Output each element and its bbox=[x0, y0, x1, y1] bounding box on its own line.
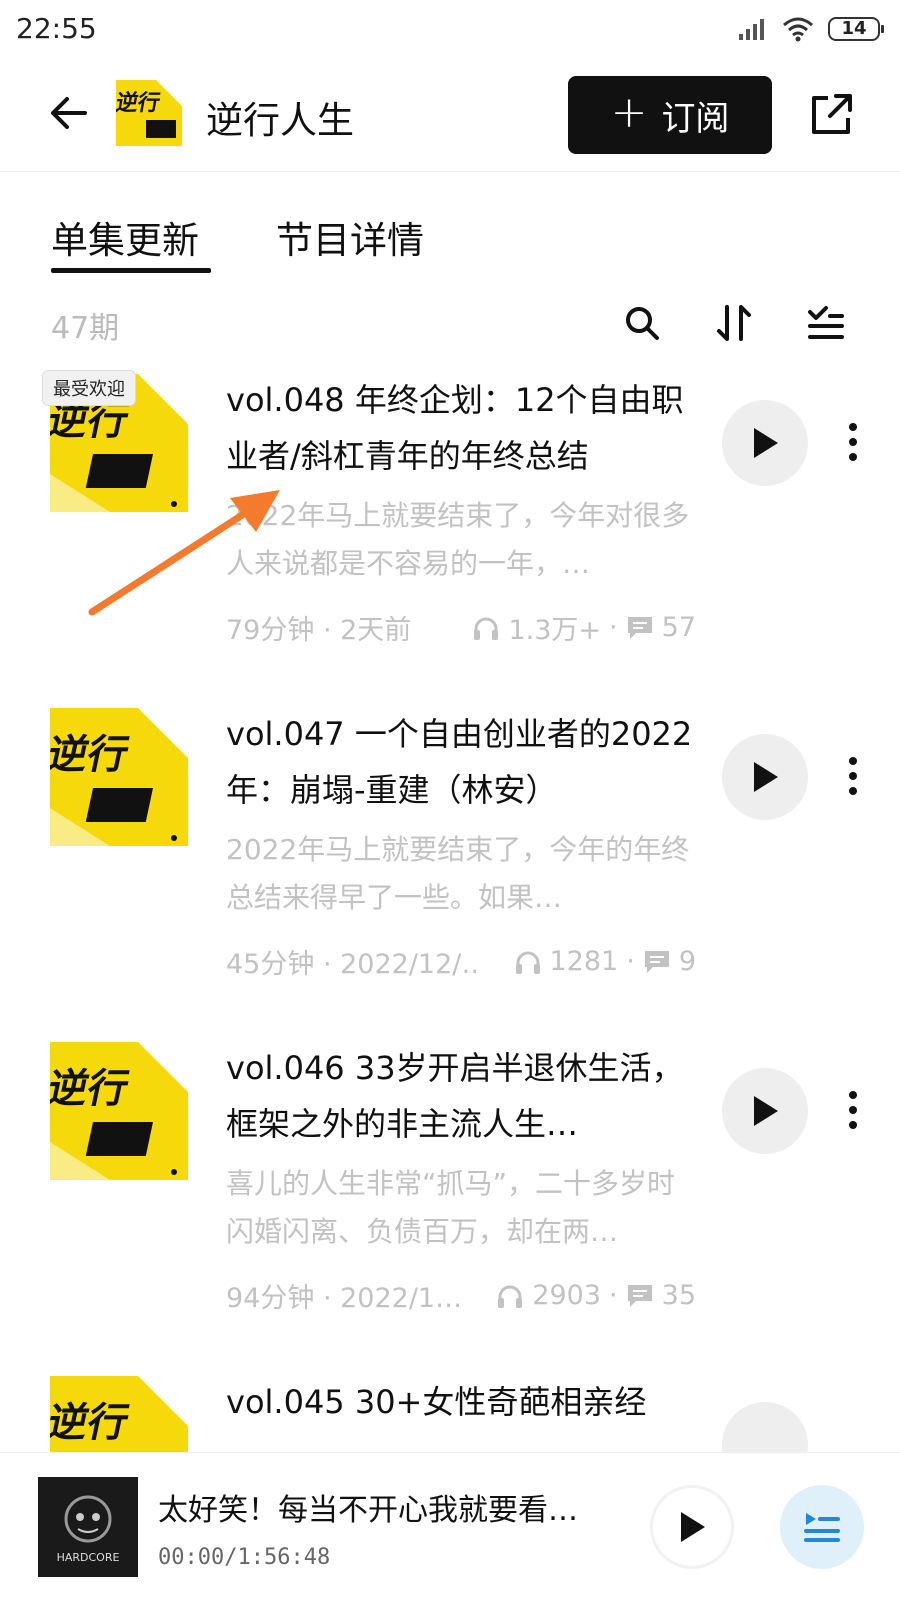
playlist-icon bbox=[804, 1513, 840, 1542]
play-button[interactable] bbox=[722, 1068, 808, 1154]
checklist-icon bbox=[808, 306, 844, 339]
signal-icon bbox=[739, 19, 764, 40]
episode-title: vol.046 33岁开启半退休生活，框架之外的非主流人生… bbox=[226, 1049, 684, 1143]
episode-meta: 45分钟 · 2022/12/… 1281 · 9 bbox=[226, 942, 696, 981]
status-icons: 14 bbox=[738, 16, 884, 42]
headphones-icon bbox=[474, 617, 499, 640]
listen-count: 1281 bbox=[549, 946, 619, 977]
comment-count: 9 bbox=[678, 946, 696, 977]
play-icon bbox=[681, 1512, 705, 1542]
status-time: 22:55 bbox=[16, 12, 97, 45]
play-button[interactable] bbox=[722, 1402, 808, 1452]
now-playing-title: 太好笑！每当不开心我就要看… bbox=[158, 1493, 578, 1528]
episode-cover: 逆行 bbox=[50, 1376, 188, 1452]
meta-separator: · bbox=[626, 946, 635, 977]
play-button[interactable] bbox=[722, 400, 808, 486]
comment-count: 57 bbox=[661, 612, 696, 643]
comment-icon bbox=[627, 616, 652, 639]
share-button[interactable] bbox=[804, 86, 860, 142]
comment-count: 35 bbox=[661, 1280, 696, 1311]
sort-button[interactable] bbox=[710, 299, 758, 347]
episode-description: 2022年马上就要结束了，今年的年终总结来得早了一些。如果… bbox=[226, 833, 690, 914]
episode-toolbar: 47期 bbox=[0, 295, 900, 355]
now-playing-time: 00:00/1:56:48 bbox=[158, 1545, 331, 1570]
more-options-button[interactable] bbox=[838, 1082, 868, 1138]
play-icon bbox=[754, 1096, 778, 1126]
listen-count: 2903 bbox=[532, 1280, 602, 1311]
more-vertical-icon bbox=[849, 423, 857, 461]
episode-title: vol.045 30+女性奇葩相亲经 bbox=[226, 1383, 647, 1421]
episode-duration-date: 94分钟 · 2022/1… bbox=[226, 1283, 463, 1314]
meta-separator: · bbox=[609, 612, 618, 643]
tab-details[interactable]: 节目详情 bbox=[276, 210, 424, 264]
player-play-button[interactable] bbox=[650, 1485, 734, 1569]
wifi-icon bbox=[783, 17, 813, 42]
tab-episodes[interactable]: 单集更新 bbox=[51, 210, 199, 264]
episode-duration-date: 45分钟 · 2022/12/… bbox=[226, 949, 476, 980]
battery-indicator: 14 bbox=[828, 17, 884, 41]
comment-icon bbox=[644, 950, 669, 973]
podcast-title: 逆行人生 bbox=[206, 99, 354, 142]
episode-meta: 94分钟 · 2022/1… 2903 · 35 bbox=[226, 1276, 696, 1315]
player-cover: HARDCORE bbox=[38, 1477, 138, 1577]
headphones-icon bbox=[515, 951, 540, 974]
cover-logo-text: 逆行 bbox=[116, 90, 162, 116]
listen-stats: 1.3万+ · 57 bbox=[472, 608, 696, 647]
batch-select-button[interactable] bbox=[802, 299, 850, 347]
episode-description: 喜儿的人生非常“抓马”，二十多岁时闪婚闪离、负债百万，却在两… bbox=[226, 1167, 676, 1248]
play-button[interactable] bbox=[722, 734, 808, 820]
cover-logo-text: 逆行 bbox=[50, 1398, 133, 1445]
episode-item[interactable]: 逆行 vol.047 一个自由创业者的2022年：崩塌-重建（林安） 2022年… bbox=[0, 708, 900, 1028]
popular-badge: 最受欢迎 bbox=[42, 370, 136, 406]
player-cover-text: HARDCORE bbox=[57, 1551, 120, 1564]
share-icon bbox=[812, 94, 852, 134]
more-vertical-icon bbox=[849, 757, 857, 795]
active-tab-indicator bbox=[51, 268, 211, 273]
episode-cover: 逆行 bbox=[50, 708, 188, 846]
plus-icon: + bbox=[610, 87, 648, 138]
cover-logo-text: 逆行 bbox=[50, 1064, 133, 1111]
arrow-left-icon bbox=[51, 97, 87, 129]
sort-icon bbox=[717, 305, 751, 341]
episode-cover: 逆行 bbox=[50, 1042, 188, 1180]
cover-logo-text: 逆行 bbox=[50, 730, 133, 777]
more-options-button[interactable] bbox=[838, 414, 868, 470]
headphones-icon bbox=[498, 1285, 523, 1308]
episode-title: vol.047 一个自由创业者的2022年：崩塌-重建（林安） bbox=[226, 715, 693, 809]
listen-stats: 2903 · 35 bbox=[496, 1280, 696, 1311]
listen-count: 1.3万+ bbox=[508, 615, 602, 646]
header: 逆行 逆行人生 + 订阅 bbox=[0, 64, 900, 172]
status-bar: 22:55 14 bbox=[0, 0, 900, 64]
search-icon bbox=[626, 307, 659, 340]
playlist-button[interactable] bbox=[780, 1485, 864, 1569]
subscribe-button[interactable]: + 订阅 bbox=[568, 76, 772, 154]
play-icon bbox=[754, 762, 778, 792]
listen-stats: 1281 · 9 bbox=[514, 946, 696, 977]
tab-bar: 单集更新 节目详情 bbox=[0, 200, 900, 280]
search-button[interactable] bbox=[618, 299, 666, 347]
episode-count: 47期 bbox=[51, 311, 120, 346]
more-vertical-icon bbox=[849, 1091, 857, 1129]
more-options-button[interactable] bbox=[838, 748, 868, 804]
podcast-cover: 逆行 bbox=[114, 80, 182, 146]
mini-player[interactable]: HARDCORE 太好笑！每当不开心我就要看… 00:00/1:56:48 bbox=[0, 1452, 900, 1600]
episode-item[interactable]: 逆行 vol.046 33岁开启半退休生活，框架之外的非主流人生… 喜儿的人生非… bbox=[0, 1042, 900, 1362]
subscribe-label: 订阅 bbox=[661, 98, 730, 139]
back-button[interactable] bbox=[44, 88, 94, 138]
comment-icon bbox=[627, 1284, 652, 1307]
meta-separator: · bbox=[609, 1280, 618, 1311]
episode-title: vol.048 年终企划：12个自由职业者/斜杠青年的年终总结 bbox=[226, 381, 684, 475]
episode-item[interactable]: 逆行 vol.045 30+女性奇葩相亲经 bbox=[0, 1376, 900, 1452]
play-icon bbox=[754, 428, 778, 458]
annotation-arrow bbox=[88, 490, 280, 616]
